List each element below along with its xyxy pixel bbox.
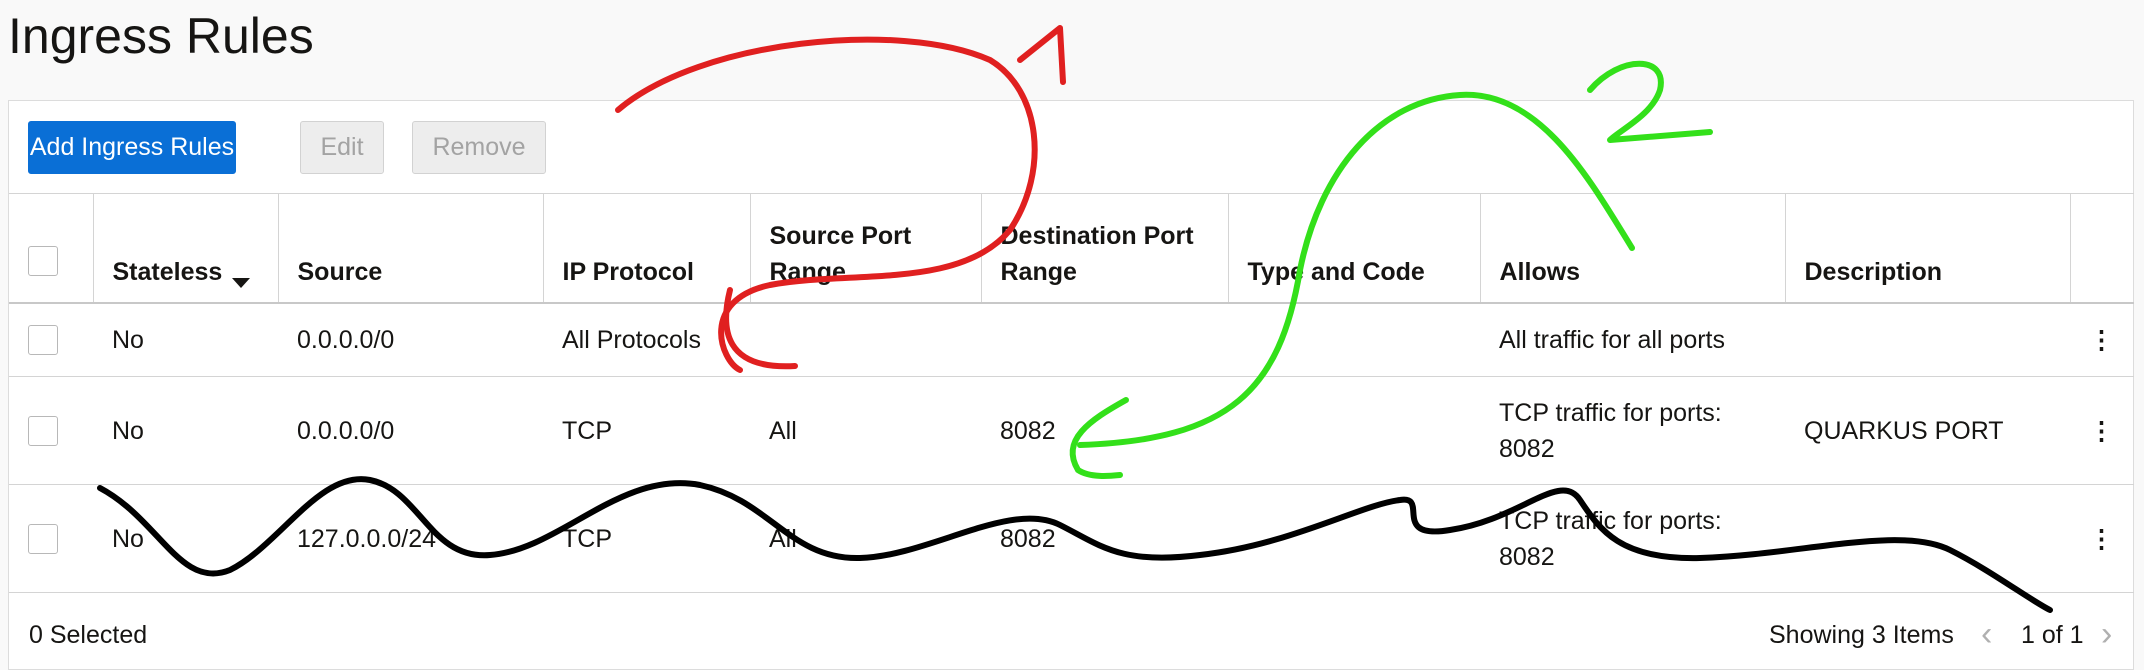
header-type-and-code: Type and Code (1228, 193, 1481, 304)
kebab-icon[interactable]: ⋮ (2070, 302, 2134, 377)
header-type-and-code-label: Type and Code (1247, 257, 1425, 286)
table-row: No 0.0.0.0/0 TCP All 8082 TCP traffic fo… (9, 376, 2134, 485)
chevron-right-icon[interactable]: › (2101, 615, 2112, 654)
chevron-left-icon[interactable]: ‹ (1981, 615, 1992, 654)
header-stateless-label: Stateless (112, 257, 223, 286)
header-ip-protocol-label: IP Protocol (562, 257, 695, 286)
kebab-icon[interactable]: ⋮ (2070, 376, 2134, 485)
cell-source: 0.0.0.0/0 (278, 376, 543, 485)
header-description: Description (1785, 193, 2071, 304)
cell-ip-protocol: All Protocols (543, 302, 750, 377)
cell-source: 127.0.0.0/24 (278, 484, 543, 593)
row-select-cell (9, 302, 93, 377)
selected-count: 0 Selected (29, 621, 148, 649)
header-allows-label: Allows (1499, 257, 1581, 286)
select-all-checkbox[interactable] (28, 245, 58, 276)
row-checkbox[interactable] (28, 324, 58, 355)
row-select-cell (9, 484, 93, 593)
header-ip-protocol: IP Protocol (543, 193, 751, 304)
header-select-all (9, 193, 94, 304)
cell-description (1785, 484, 2070, 593)
header-source: Source (278, 193, 544, 304)
cell-allows: TCP traffic for ports: 8082 (1480, 484, 1785, 593)
cell-ip-protocol: TCP (543, 376, 750, 485)
row-select-cell (9, 376, 93, 485)
cell-type-and-code (1228, 484, 1480, 593)
cell-description: QUARKUS PORT (1785, 376, 2070, 485)
table-row: No 127.0.0.0/24 TCP All 8082 TCP traffic… (9, 484, 2134, 593)
remove-button[interactable]: Remove (412, 121, 546, 174)
cell-description (1785, 302, 2070, 377)
header-stateless[interactable]: Stateless (93, 193, 279, 304)
table-header-row: Stateless Source IP Protocol Source Port… (9, 193, 2134, 304)
edit-button[interactable]: Edit (300, 121, 384, 174)
pagination-indicator: 1 of 1 (2021, 621, 2084, 649)
cell-destination-port-range (981, 302, 1228, 377)
table-footer: 0 Selected Showing 3 Items ‹ 1 of 1 › (9, 609, 2134, 669)
sort-descending-icon[interactable] (232, 277, 251, 288)
add-ingress-rules-button[interactable]: Add Ingress Rules (28, 121, 236, 174)
cell-type-and-code (1228, 376, 1480, 485)
cell-destination-port-range: 8082 (981, 484, 1228, 593)
row-checkbox[interactable] (28, 415, 58, 446)
row-checkbox[interactable] (28, 523, 58, 554)
cell-source-port-range (750, 302, 981, 377)
cell-stateless: No (93, 484, 278, 593)
cell-stateless: No (93, 302, 278, 377)
ingress-rules-table: Stateless Source IP Protocol Source Port… (9, 193, 2134, 593)
cell-destination-port-range: 8082 (981, 376, 1228, 485)
kebab-icon[interactable]: ⋮ (2070, 484, 2134, 593)
header-destination-port-range-label: Destination Port Range (1000, 221, 1194, 286)
cell-source-port-range: All (750, 376, 981, 485)
cell-source-port-range: All (750, 484, 981, 593)
cell-source: 0.0.0.0/0 (278, 302, 543, 377)
cell-allows: TCP traffic for ports: 8082 (1480, 376, 1785, 485)
page-title: Ingress Rules (8, 8, 314, 64)
cell-allows: All traffic for all ports (1480, 302, 1785, 377)
header-description-label: Description (1804, 257, 1943, 286)
table-row: No 0.0.0.0/0 All Protocols All traffic f… (9, 302, 2134, 377)
header-source-port-range-label: Source Port Range (769, 221, 912, 286)
header-destination-port-range: Destination Port Range (981, 193, 1229, 304)
ingress-rules-panel: Add Ingress Rules Edit Remove Stateless … (8, 100, 2134, 670)
cell-ip-protocol: TCP (543, 484, 750, 593)
header-source-label: Source (297, 257, 383, 286)
header-source-port-range: Source Port Range (750, 193, 982, 304)
header-allows: Allows (1480, 193, 1786, 304)
header-actions (2070, 193, 2134, 304)
cell-stateless: No (93, 376, 278, 485)
red-annotation-number (1017, 25, 1066, 85)
cell-type-and-code (1228, 302, 1480, 377)
showing-items-count: Showing 3 Items (1769, 621, 1954, 649)
